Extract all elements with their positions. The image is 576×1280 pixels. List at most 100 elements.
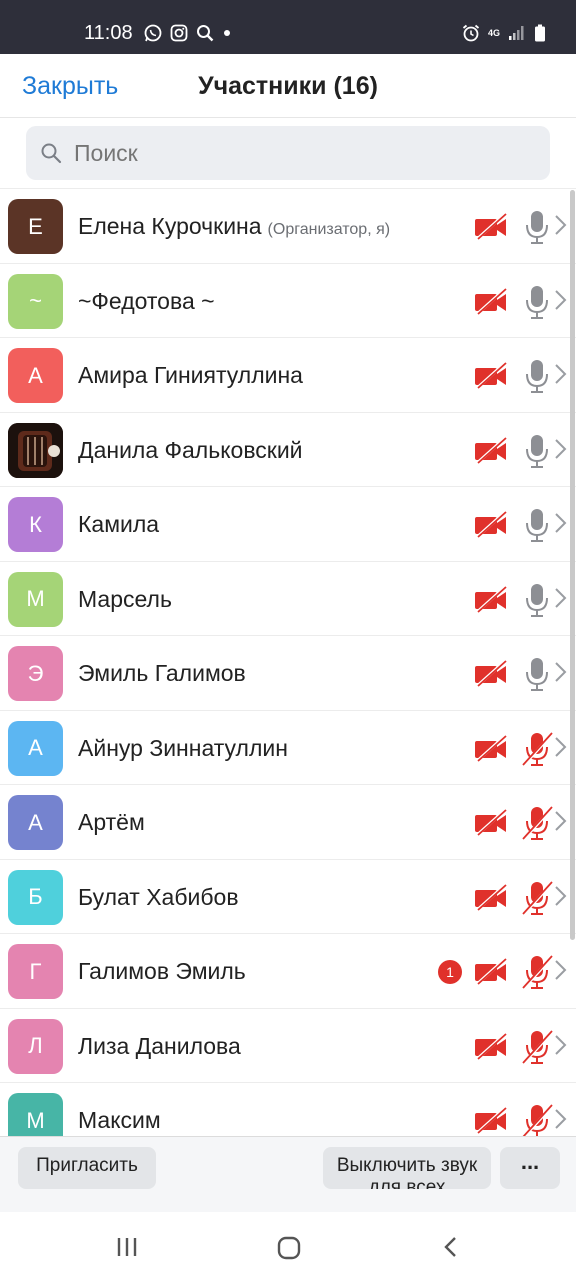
mic-icon	[520, 209, 554, 250]
video-off-icon	[474, 1032, 508, 1066]
search-input[interactable]	[74, 126, 534, 180]
participant-name-text: Амира Гиниятуллина	[78, 362, 303, 388]
video-off-icon	[474, 957, 508, 991]
video-off-icon	[474, 287, 508, 321]
chevron-right-icon[interactable]	[553, 1034, 567, 1061]
participant-row[interactable]: Данила Фальковский	[0, 411, 576, 487]
avatar: М	[8, 1093, 63, 1136]
participant-row[interactable]: ~ ~Федотова ~	[0, 262, 576, 338]
notification-dot-icon	[224, 30, 230, 36]
mic-muted-icon	[520, 1103, 554, 1136]
video-off-icon	[474, 808, 508, 842]
chevron-right-icon[interactable]	[553, 736, 567, 763]
participant-row[interactable]: М Марсель	[0, 560, 576, 636]
video-off-icon	[474, 510, 508, 544]
video-off-icon	[474, 659, 508, 693]
avatar: К	[8, 497, 63, 552]
chevron-right-icon[interactable]	[553, 512, 567, 539]
alarm-icon	[462, 24, 480, 42]
video-off-icon	[474, 734, 508, 768]
bottom-action-bar: Пригласить Выключить звук для всех ...	[0, 1136, 576, 1212]
participant-row[interactable]: М Максим	[0, 1082, 576, 1136]
video-off-icon	[474, 361, 508, 395]
invite-button[interactable]: Пригласить	[18, 1147, 156, 1189]
avatar: ~	[8, 273, 63, 329]
more-button[interactable]: ...	[500, 1147, 560, 1189]
chevron-right-icon[interactable]	[553, 661, 567, 688]
recent-apps-icon[interactable]	[116, 1236, 138, 1258]
participant-name: Галимов Эмиль	[78, 958, 246, 985]
mic-icon	[520, 656, 554, 697]
avatar: А	[8, 795, 63, 850]
chevron-right-icon[interactable]	[553, 959, 567, 986]
participant-row[interactable]: А Амира Гиниятуллина	[0, 337, 576, 412]
mic-icon	[520, 507, 554, 548]
video-off-icon	[474, 1106, 508, 1136]
participant-name: Амира Гиниятуллина	[78, 362, 303, 389]
avatar: А	[8, 348, 63, 403]
participant-row[interactable]: Э Эмиль Галимов	[0, 635, 576, 710]
signal-icon	[509, 26, 524, 40]
participant-role: (Организатор, я)	[267, 221, 391, 238]
video-off-icon	[474, 883, 508, 917]
mute-all-button[interactable]: Выключить звук для всех	[323, 1147, 491, 1189]
participant-row[interactable]: Б Булат Хабибов	[0, 858, 576, 934]
participant-name-text: Елена Курочкина	[78, 213, 262, 239]
chevron-right-icon[interactable]	[553, 214, 567, 241]
participant-name: Максим	[78, 1107, 161, 1134]
chevron-right-icon[interactable]	[553, 438, 567, 465]
search-icon	[41, 143, 62, 164]
chevron-right-icon[interactable]	[553, 363, 567, 390]
participant-row[interactable]: А Артём	[0, 784, 576, 859]
participant-name-text: Камила	[78, 511, 160, 537]
video-off-icon	[474, 585, 508, 619]
participant-row[interactable]: А Айнур Зиннатуллин	[0, 709, 576, 785]
chevron-right-icon[interactable]	[553, 289, 567, 316]
participant-name-text: Максим	[78, 1107, 161, 1133]
back-icon[interactable]	[441, 1236, 461, 1258]
chevron-right-icon[interactable]	[553, 587, 567, 614]
participant-row[interactable]: Е Елена Курочкина (Организатор, я)	[0, 188, 576, 263]
mic-muted-icon	[520, 805, 554, 846]
avatar: Г	[8, 944, 63, 999]
photo-avatar-icon	[8, 422, 63, 478]
participant-name: ~Федотова ~	[78, 288, 215, 315]
participant-name: Лиза Данилова	[78, 1033, 241, 1060]
participant-name: Эмиль Галимов	[78, 660, 246, 687]
chevron-right-icon[interactable]	[553, 885, 567, 912]
participant-list: Е Елена Курочкина (Организатор, я) ~ ~Федото…	[0, 188, 576, 1136]
participant-name-text: Эмиль Галимов	[78, 660, 246, 686]
participant-row[interactable]: Л Лиза Данилова	[0, 1007, 576, 1083]
mic-muted-icon	[520, 1029, 554, 1070]
chevron-right-icon[interactable]	[553, 1108, 567, 1135]
system-nav-bar	[0, 1212, 576, 1280]
avatar	[8, 422, 63, 478]
participant-row[interactable]: Г Галимов Эмиль 1	[0, 933, 576, 1008]
instagram-icon	[170, 24, 188, 42]
participant-name-text: Айнур Зиннатуллин	[78, 734, 288, 761]
close-button[interactable]: Закрыть	[22, 72, 118, 101]
participant-row[interactable]: К Камила	[0, 486, 576, 561]
participant-name-text: Артём	[78, 809, 145, 835]
participant-name-text: ~Федотова ~	[78, 287, 215, 314]
participants-header: Участники (16) Закрыть	[0, 54, 576, 118]
video-off-icon	[474, 436, 508, 470]
participant-name: Елена Курочкина (Организатор, я)	[78, 213, 390, 240]
avatar: М	[8, 571, 63, 627]
home-icon[interactable]	[277, 1236, 301, 1260]
scrollbar[interactable]	[570, 190, 575, 940]
mic-icon	[520, 284, 554, 325]
chevron-right-icon[interactable]	[553, 810, 567, 837]
participant-name: Айнур Зиннатуллин	[78, 735, 288, 762]
participant-name: Марсель	[78, 586, 172, 613]
search-box[interactable]	[26, 126, 550, 180]
status-bar: 11:08 4G	[0, 0, 576, 54]
participant-name: Артём	[78, 809, 145, 836]
mic-muted-icon	[520, 880, 554, 921]
search-status-icon	[197, 25, 214, 42]
participant-name-text: Марсель	[78, 585, 172, 612]
network-type: 4G	[487, 27, 500, 38]
chat-badge: 1	[438, 960, 462, 984]
participant-name-text: Лиза Данилова	[78, 1032, 241, 1059]
whatsapp-icon	[144, 24, 162, 42]
